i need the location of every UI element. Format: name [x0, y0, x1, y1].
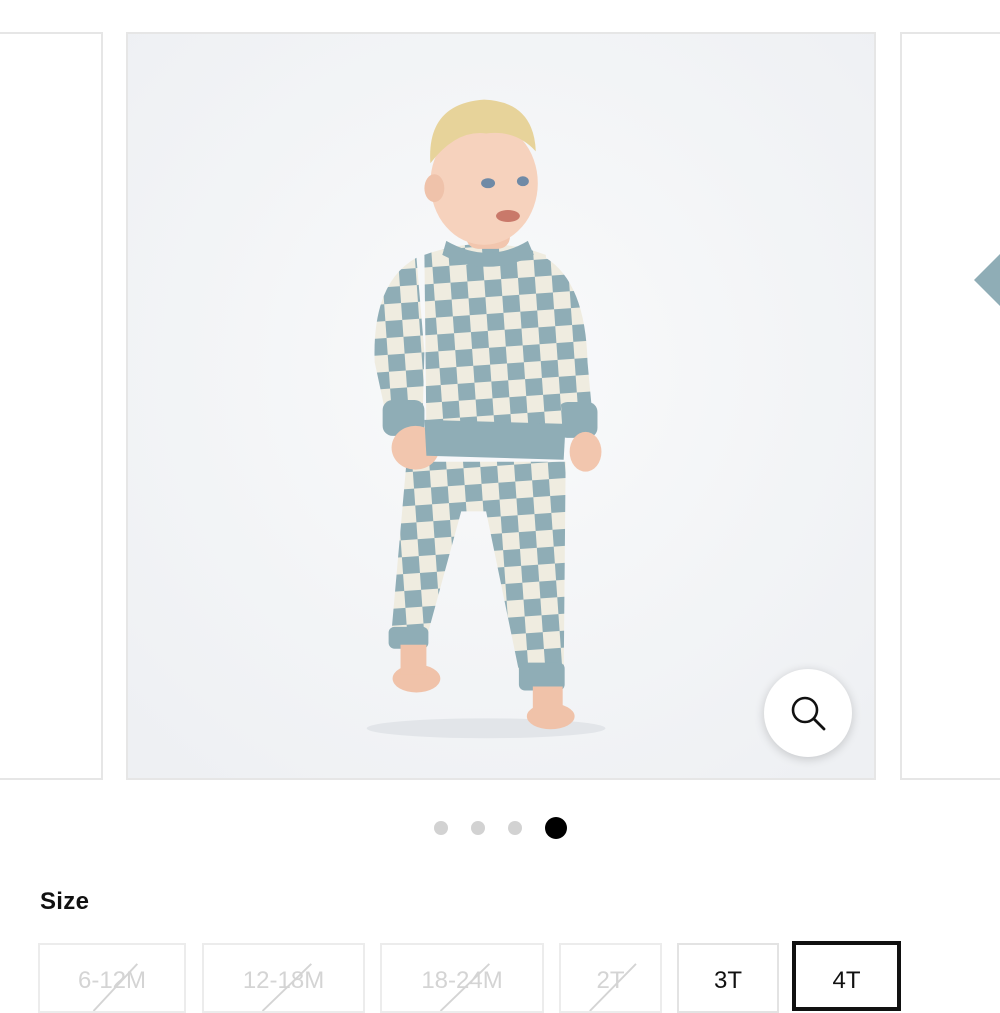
product-photo [128, 34, 874, 778]
size-option-18-24m[interactable]: 18-24M [380, 943, 544, 1013]
size-option-label: 18-24M [421, 967, 503, 994]
size-option-label: 2T [596, 967, 625, 994]
gallery-slide-next[interactable] [900, 32, 1000, 780]
pagination-dot-4[interactable] [545, 817, 567, 839]
search-icon [791, 696, 826, 731]
size-label: Size [40, 888, 90, 915]
size-option-12-18m[interactable]: 12-18M [202, 943, 365, 1013]
pagination-dot-1[interactable] [434, 821, 448, 835]
size-option-label: 6-12M [77, 967, 147, 994]
size-option-label: 4T [832, 967, 861, 994]
size-option-3t[interactable]: 3T [677, 943, 779, 1013]
pagination-dot-3[interactable] [508, 821, 522, 835]
gallery-slide-main[interactable] [126, 32, 876, 780]
pagination-dot-2[interactable] [471, 821, 485, 835]
size-option-6-12m[interactable]: 6-12M [38, 943, 186, 1013]
size-option-2t[interactable]: 2T [559, 943, 662, 1013]
size-option-label: 12-18M [242, 967, 325, 994]
gallery-slide-previous[interactable] [0, 32, 103, 780]
size-option-4t[interactable]: 4T [792, 941, 901, 1011]
next-slide-thumbnail [974, 254, 1000, 306]
gallery-pagination [0, 816, 1000, 840]
zoom-button[interactable] [764, 669, 852, 757]
size-option-label: 3T [713, 967, 742, 994]
